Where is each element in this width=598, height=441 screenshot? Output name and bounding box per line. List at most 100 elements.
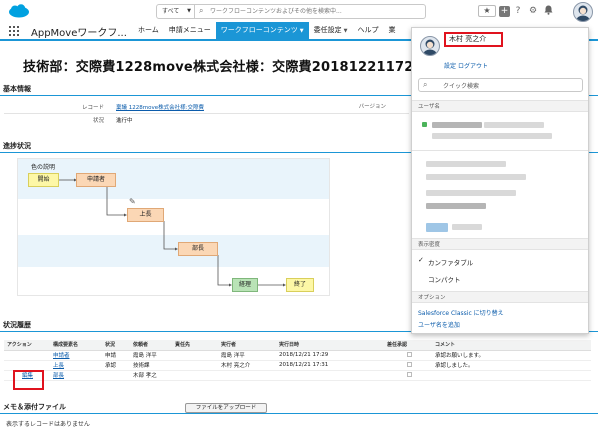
highlight-box xyxy=(13,370,44,390)
gear-icon: ⚙ xyxy=(528,6,538,16)
search-scope-dropdown[interactable]: すべて ▼ xyxy=(156,4,195,19)
node-end: 終了 xyxy=(286,278,314,292)
node-applicant[interactable]: 申請者 xyxy=(76,173,116,187)
chevron-down-icon[interactable]: ▼ xyxy=(300,28,304,34)
column-header: 構成要素名 xyxy=(50,340,102,351)
global-search[interactable]: ⌕ xyxy=(194,4,426,19)
section-options: オプション xyxy=(412,291,588,303)
node-start: 開始 xyxy=(28,173,59,187)
checkbox-icon xyxy=(407,351,412,357)
empty-message: 表示するレコードはありません xyxy=(6,421,90,428)
tab-help[interactable]: ヘルプ xyxy=(353,22,384,39)
table-row: 編集 部長 木部 孝之 xyxy=(4,370,591,381)
datetime-cell: 2018/12/21 17:29 xyxy=(276,350,384,361)
checkbox-icon xyxy=(407,361,412,367)
workflow-connectors xyxy=(59,178,286,287)
element-link[interactable]: 申請者 xyxy=(50,350,102,361)
redacted-text xyxy=(426,223,448,232)
redacted-text xyxy=(426,203,486,209)
tab-workflow-contents[interactable]: ワークフローコンテンツ ▼ xyxy=(215,22,309,39)
tab-delegation-settings[interactable]: 委任設定 ▼ xyxy=(309,22,353,39)
upload-file-button[interactable]: ファイルをアップロード xyxy=(185,403,267,413)
settings-link[interactable]: 設定 xyxy=(444,61,456,70)
column-header: 状況 xyxy=(102,340,130,351)
column-header: 依頼者 xyxy=(130,340,172,351)
section-density: 表示密度 xyxy=(412,238,588,250)
global-header: すべて ▼ ⌕ ★ + ? ⚙ xyxy=(0,0,598,22)
redacted-text xyxy=(432,133,552,139)
tab-more[interactable]: 業 xyxy=(384,22,401,39)
help-button[interactable]: ? xyxy=(511,6,525,16)
table-row: 申請者 申請 霞島 洋平 霞島 洋平 2018/12/21 17:29 承認お願… xyxy=(4,350,591,361)
comment-cell: 承認しました。 xyxy=(432,360,591,371)
quick-search[interactable]: ⌕ クイック検索 xyxy=(418,78,583,92)
assignee-cell xyxy=(172,370,218,381)
version-label: バージョン xyxy=(358,104,386,110)
user-name[interactable]: 木村 亮之介 xyxy=(444,32,503,47)
add-username-link[interactable]: ユーザ名を追加 xyxy=(418,320,460,329)
status-label: 状況 xyxy=(92,118,104,124)
status-value: 進行中 xyxy=(116,118,133,124)
column-header: 実行者 xyxy=(218,340,276,351)
redacted-text xyxy=(426,190,516,196)
element-link[interactable]: 部長 xyxy=(50,370,102,381)
executor-cell: 木村 亮之介 xyxy=(218,360,276,371)
table-row: 上長 承認 技術課 木村 亮之介 2018/12/21 17:31 承認しました… xyxy=(4,360,591,371)
column-header: 責任先 xyxy=(172,340,218,351)
redacted-text xyxy=(426,174,526,180)
redacted-text xyxy=(484,122,544,128)
assignee-cell xyxy=(172,350,218,361)
app-launcher-icon[interactable] xyxy=(9,26,19,36)
comment-cell: 承認お願いします。 xyxy=(432,350,591,361)
search-icon: ⌕ xyxy=(199,6,204,15)
delegate-approval-cell xyxy=(384,350,432,361)
column-header: 実行日時 xyxy=(276,340,384,351)
action-cell xyxy=(4,360,50,371)
legend-title: 色の説明 xyxy=(31,164,56,171)
user-avatar-button[interactable] xyxy=(573,2,593,22)
divider xyxy=(4,113,409,114)
node-accounting[interactable]: 経理 xyxy=(232,278,258,292)
density-comfortable-option[interactable]: カンファタブル xyxy=(428,257,473,267)
density-compact-option[interactable]: コンパクト xyxy=(428,274,461,284)
history-table: アクション 構成要素名 状況 依頼者 責任先 実行者 実行日時 差任承認 コメン… xyxy=(4,340,591,381)
tab-label: ヘルプ xyxy=(357,26,379,34)
notifications-button[interactable] xyxy=(541,5,555,18)
star-icon: ★ xyxy=(483,6,491,15)
executor-cell: 霞島 洋平 xyxy=(218,350,276,361)
chevron-down-icon[interactable]: ▼ xyxy=(344,28,348,34)
table-header-row: アクション 構成要素名 状況 依頼者 責任先 実行者 実行日時 差任承認 コメン… xyxy=(4,340,591,351)
favorites-button[interactable]: ★ xyxy=(478,5,496,17)
page-title: 技術部：交際費1228move株式会社様：交際費201812211729 xyxy=(23,60,423,75)
record-link[interactable]: 稟議 1228move株式会社様:交際費 xyxy=(116,103,204,111)
global-search-input[interactable] xyxy=(210,6,420,17)
salesforce-logo-icon[interactable] xyxy=(8,4,30,18)
search-scope-label: すべて xyxy=(162,8,180,15)
node-manager[interactable]: 部長 xyxy=(178,242,218,256)
status-cell xyxy=(102,370,130,381)
question-icon: ? xyxy=(515,6,521,16)
redacted-text xyxy=(426,161,506,167)
delegate-approval-cell xyxy=(384,370,432,381)
tab-request-menu[interactable]: 申請メニュー xyxy=(164,22,216,39)
global-actions-button[interactable]: + xyxy=(499,5,510,17)
record-label: レコード xyxy=(81,105,104,111)
switch-classic-link[interactable]: Salesforce Classic に切り替え xyxy=(418,308,504,317)
assignee-cell xyxy=(172,360,218,371)
element-link[interactable]: 上長 xyxy=(50,360,102,371)
node-boss[interactable]: 上長 xyxy=(127,208,164,222)
check-icon: ✓ xyxy=(418,256,424,264)
logout-link[interactable]: ログアウト xyxy=(458,61,488,70)
redacted-text xyxy=(432,122,482,128)
executor-cell xyxy=(218,370,276,381)
checkbox-icon xyxy=(407,371,412,377)
status-cell: 承認 xyxy=(102,360,130,371)
column-header: アクション xyxy=(4,340,50,351)
tab-home[interactable]: ホーム xyxy=(133,22,164,39)
pencil-icon: ✎ xyxy=(129,197,136,206)
workflow-diagram: 色の説明 開始 申請者 ✎ 上長 部長 経理 終了 xyxy=(17,158,330,296)
quick-search-placeholder: クイック検索 xyxy=(443,83,480,90)
avatar-icon xyxy=(576,5,590,21)
column-header: 差任承認 xyxy=(384,340,432,351)
setup-button[interactable]: ⚙ xyxy=(526,6,540,16)
